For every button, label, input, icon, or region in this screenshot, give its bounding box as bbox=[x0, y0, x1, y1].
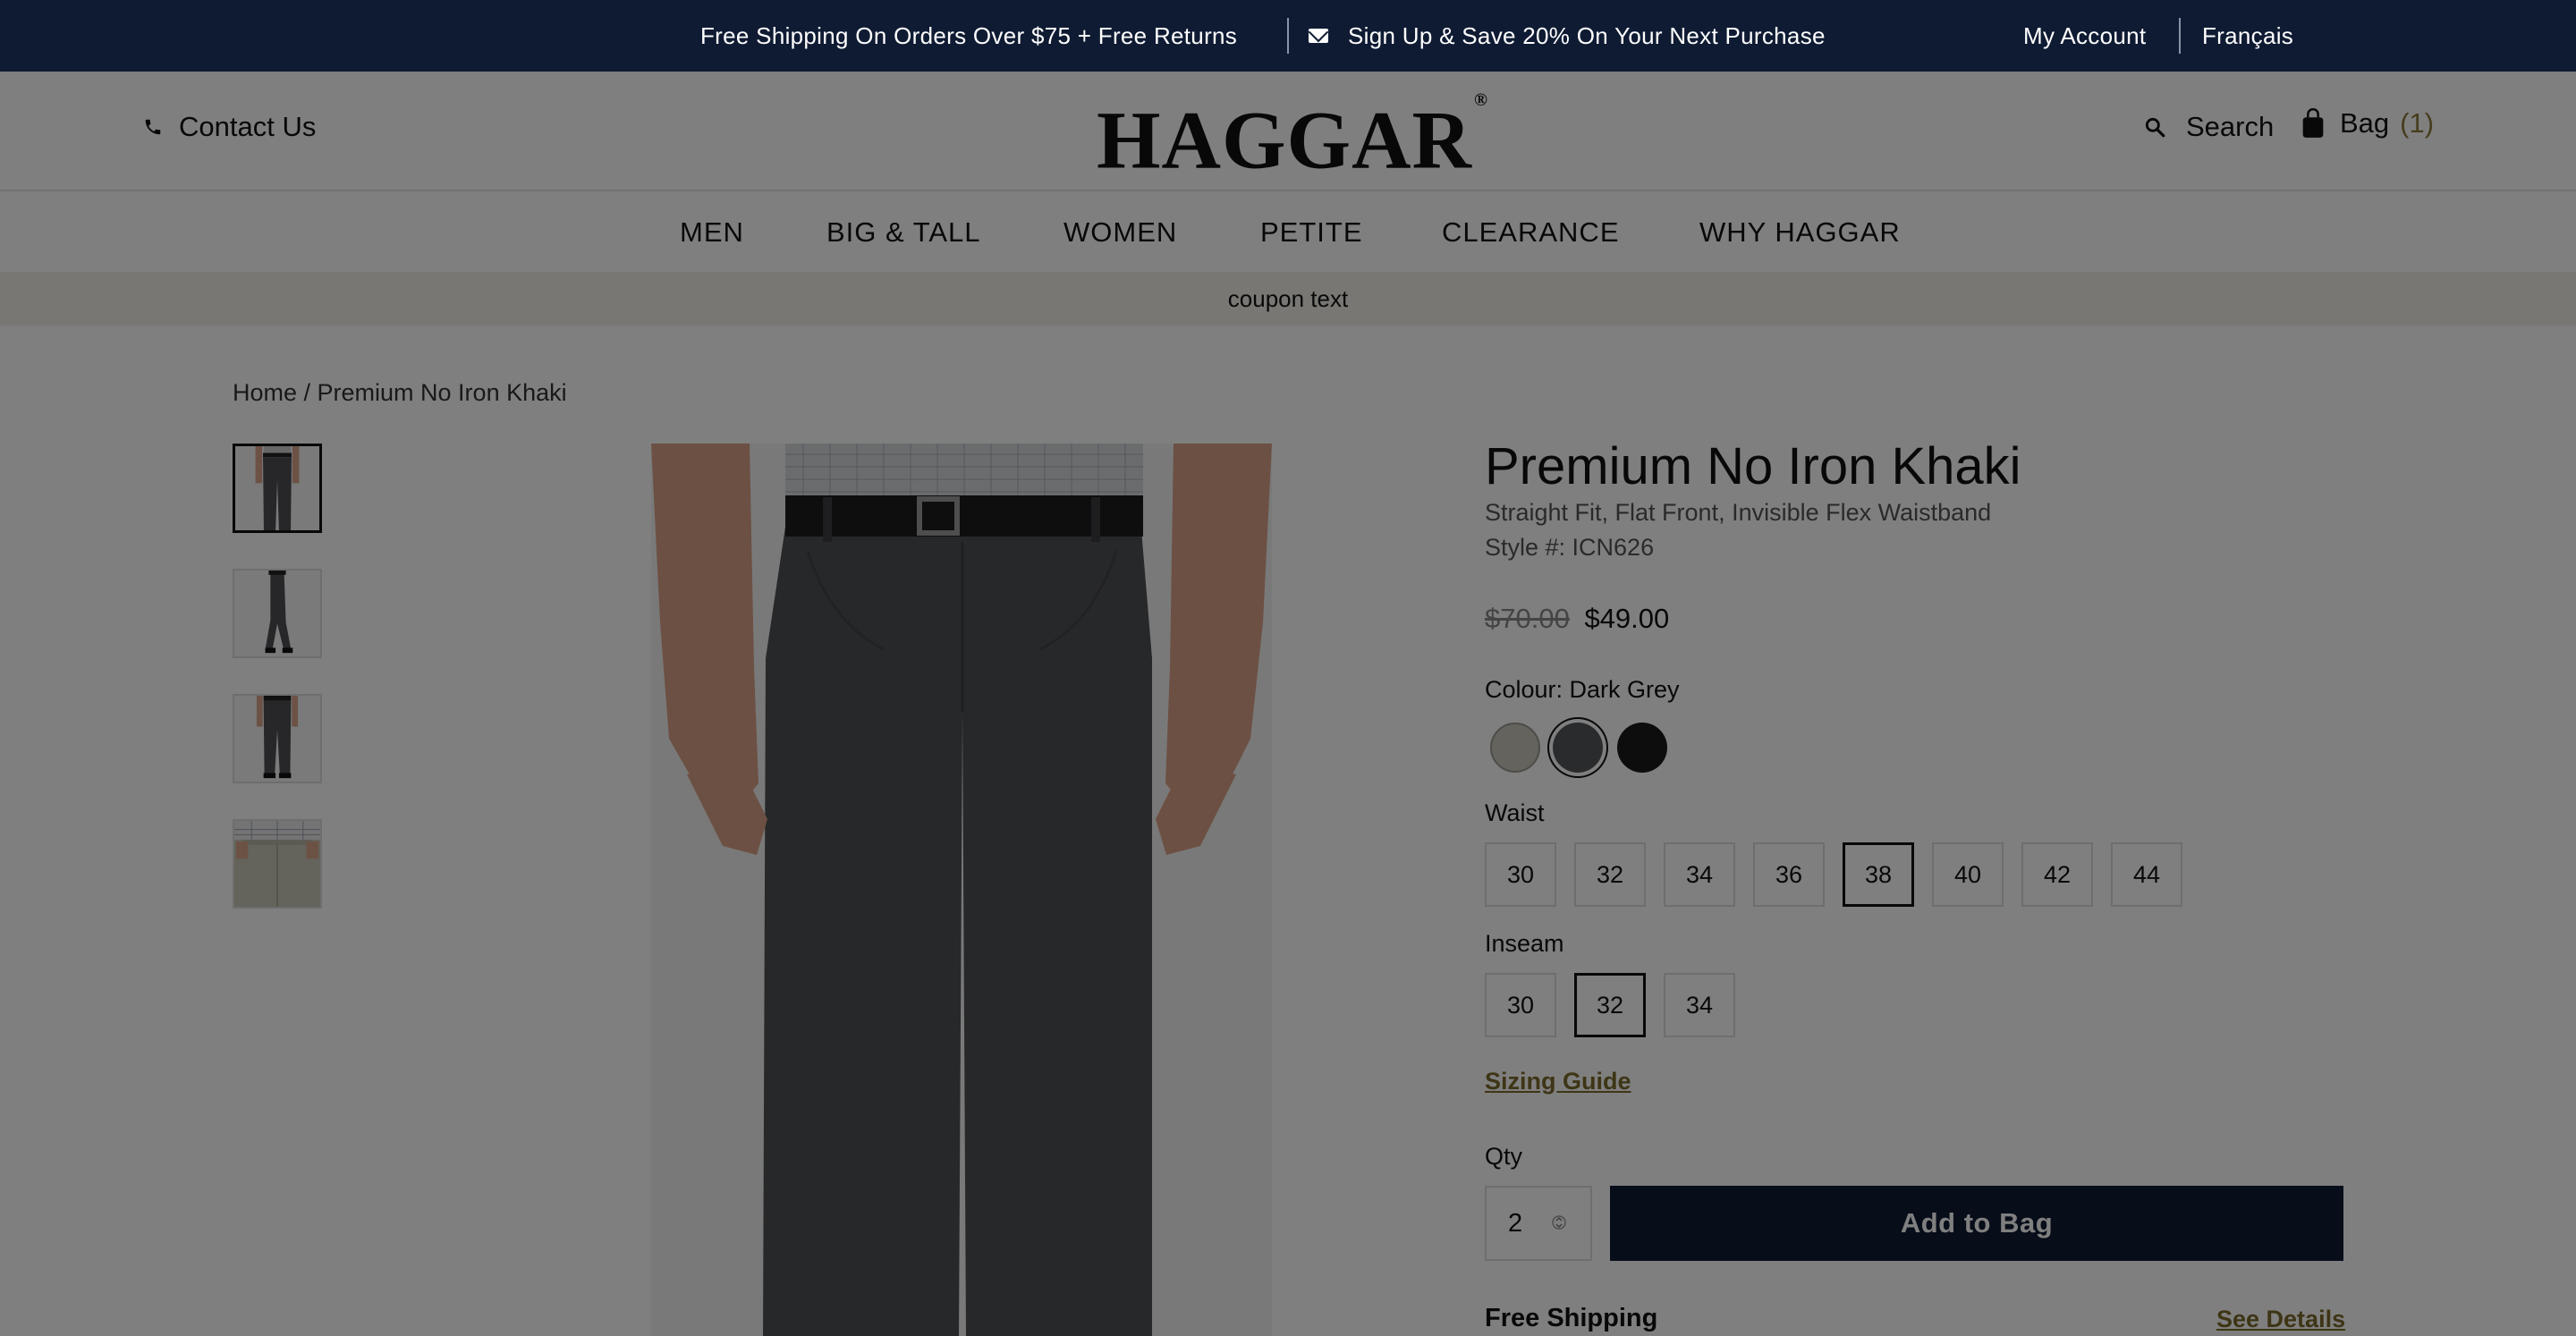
signup-promo-label: Sign Up & Save 20% On Your Next Purchase bbox=[1348, 21, 1826, 49]
top-promo-bar: Free Shipping On Orders Over $75 + Free … bbox=[0, 0, 2576, 72]
promo-divider bbox=[1287, 18, 1289, 54]
mail-icon bbox=[1309, 29, 1328, 43]
modal-overlay[interactable] bbox=[0, 72, 2576, 1336]
my-account-link[interactable]: My Account bbox=[2023, 0, 2146, 72]
language-link[interactable]: Français bbox=[2202, 0, 2293, 72]
signup-promo[interactable]: Sign Up & Save 20% On Your Next Purchase bbox=[1309, 0, 1826, 72]
free-shipping-promo[interactable]: Free Shipping On Orders Over $75 + Free … bbox=[700, 0, 1237, 72]
account-divider bbox=[2179, 18, 2181, 54]
